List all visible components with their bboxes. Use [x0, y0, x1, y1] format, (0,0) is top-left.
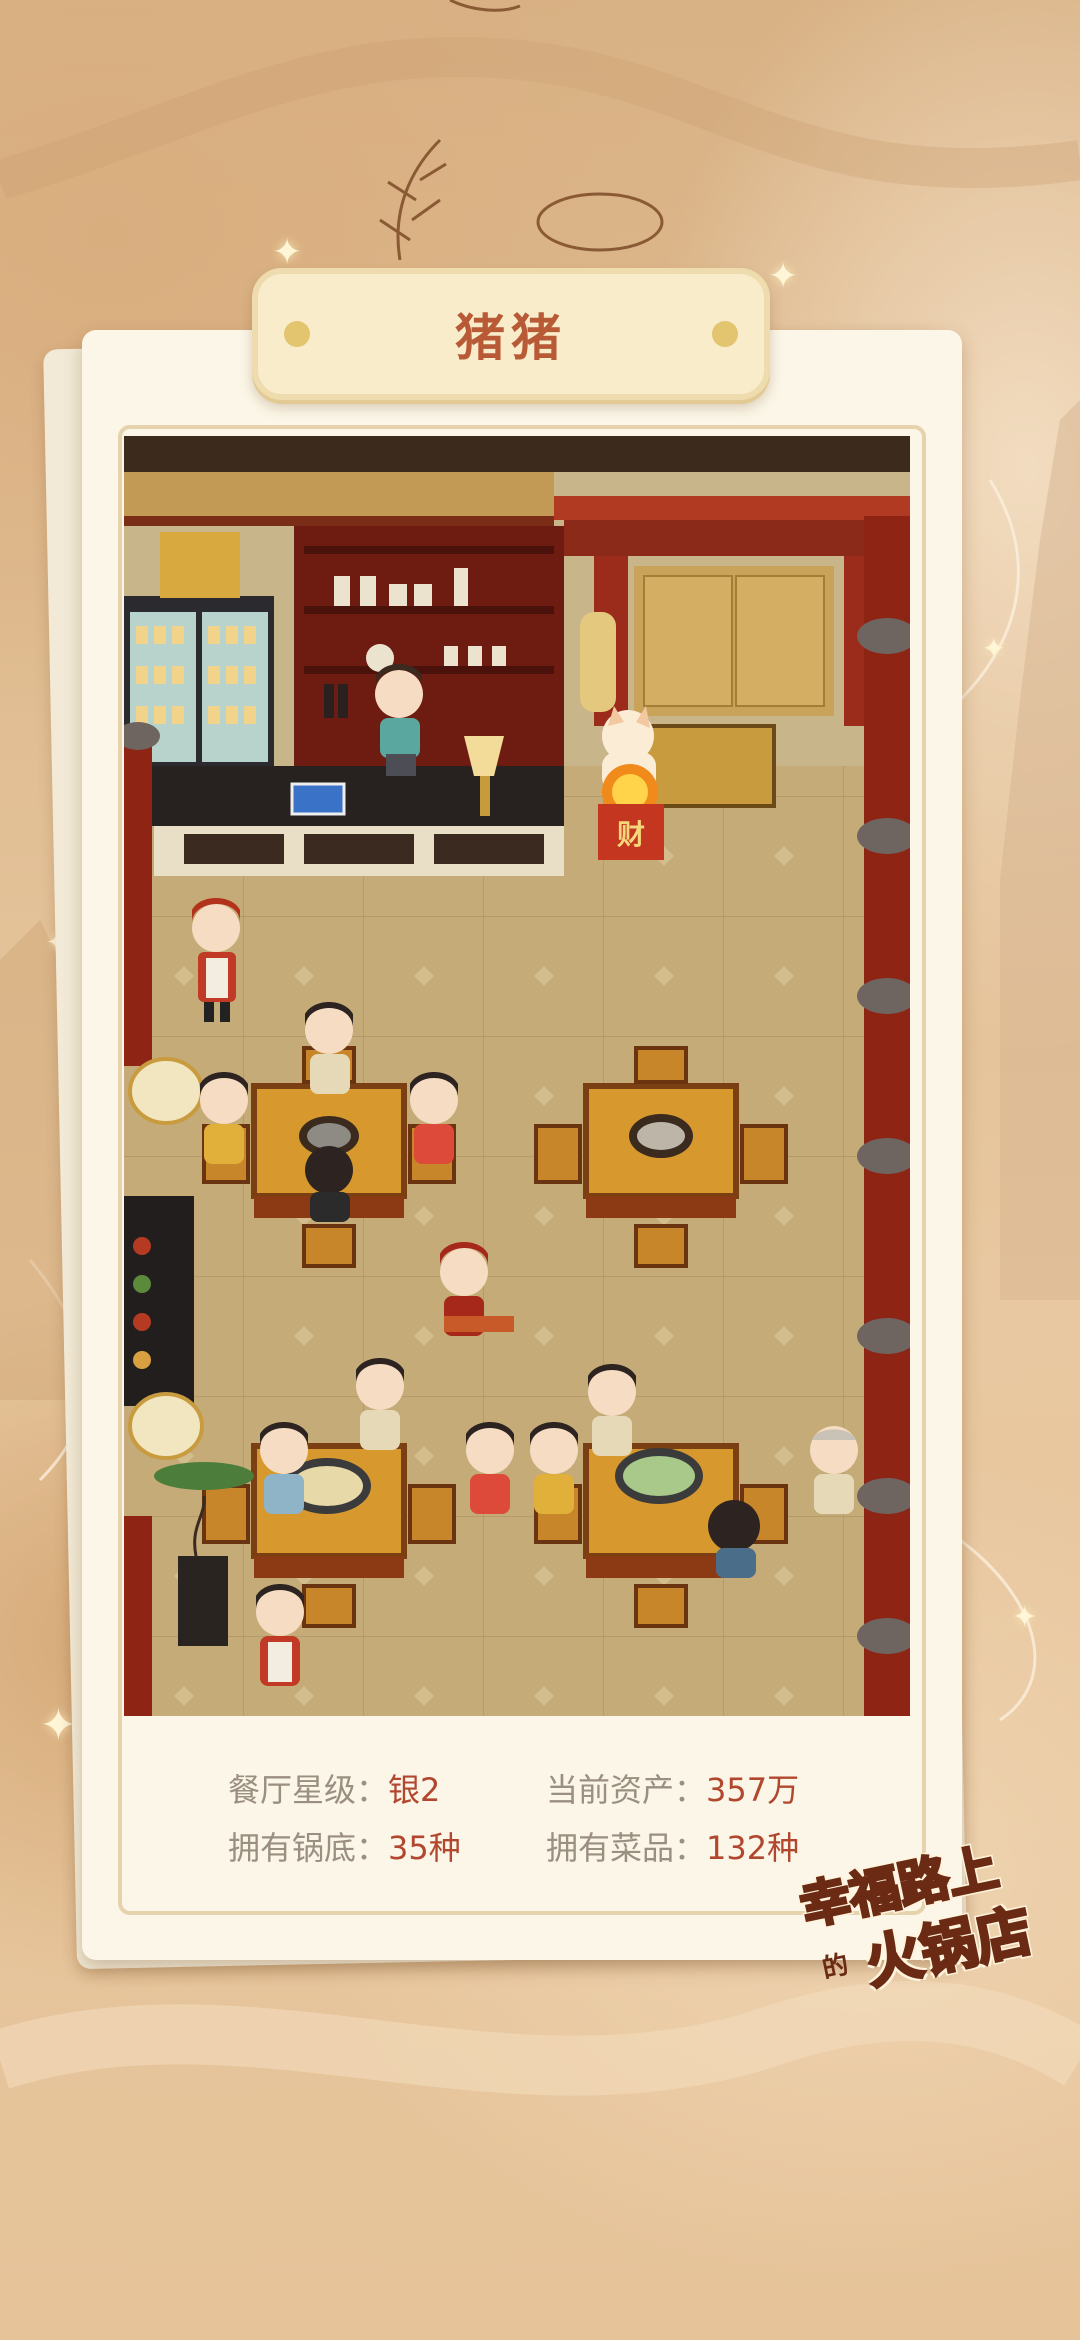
restaurant-name: 猪猪 [455, 309, 567, 367]
sparkle-icon: ✦ [982, 632, 1006, 665]
stat-star-level: 餐厅星级：银2 [228, 1765, 440, 1811]
stat-soup-bases: 拥有锅底：35种 [228, 1823, 461, 1869]
restaurant-stats: 餐厅星级：银2 当前资产：357万 拥有锅底：35种 拥有菜品：132种 [228, 1765, 868, 1885]
stat-label: 拥有锅底： [228, 1829, 389, 1867]
fortune-char: 财 [617, 818, 645, 851]
stat-value: 132种 [706, 1829, 800, 1867]
stat-label: 当前资产： [546, 1771, 707, 1809]
stat-value: 357万 [706, 1771, 800, 1809]
restaurant-scene[interactable]: 财 [124, 436, 910, 1716]
sparkle-icon: ✦ [768, 256, 799, 297]
stat-label: 拥有菜品： [546, 1829, 707, 1867]
stat-value: 银2 [388, 1771, 441, 1809]
sparkle-icon: ✦ [1012, 1600, 1038, 1635]
stat-value: 35种 [388, 1829, 461, 1867]
sparkle-icon: ✦ [272, 232, 303, 273]
hotpot-icon [615, 1448, 703, 1504]
table [583, 1083, 739, 1218]
hotpot-icon [629, 1114, 693, 1158]
stat-assets: 当前资产：357万 [546, 1765, 799, 1811]
stat-label: 餐厅星级： [228, 1771, 389, 1809]
logo-small: 的 [819, 1949, 852, 1985]
stat-dishes: 拥有菜品：132种 [546, 1823, 799, 1869]
title-banner: 猪猪 [252, 268, 770, 400]
